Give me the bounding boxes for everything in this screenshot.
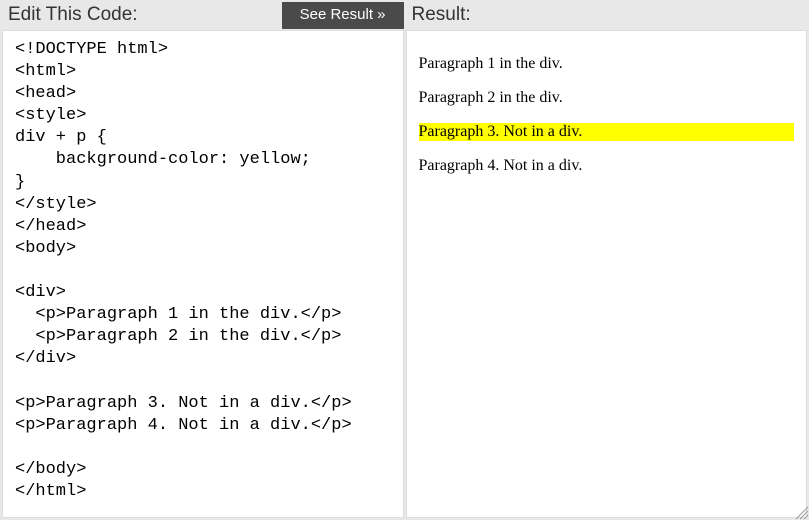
app-container: Edit This Code: See Result » <!DOCTYPE h… xyxy=(0,0,809,520)
resize-handle-icon[interactable] xyxy=(793,504,809,520)
result-paragraph: Paragraph 3. Not in a div. xyxy=(419,123,795,141)
result-header: Result: xyxy=(406,2,808,30)
result-body: Paragraph 1 in the div. Paragraph 2 in t… xyxy=(406,30,808,518)
result-paragraph: Paragraph 1 in the div. xyxy=(419,55,795,73)
editor-panel: Edit This Code: See Result » <!DOCTYPE h… xyxy=(2,2,404,518)
see-result-button[interactable]: See Result » xyxy=(282,2,404,29)
code-editor[interactable]: <!DOCTYPE html> <html> <head> <style> di… xyxy=(15,39,391,509)
result-panel: Result: Paragraph 1 in the div. Paragrap… xyxy=(406,2,808,518)
result-paragraph: Paragraph 4. Not in a div. xyxy=(419,157,795,175)
result-paragraph: Paragraph 2 in the div. xyxy=(419,89,795,107)
editor-body: <!DOCTYPE html> <html> <head> <style> di… xyxy=(2,30,404,518)
